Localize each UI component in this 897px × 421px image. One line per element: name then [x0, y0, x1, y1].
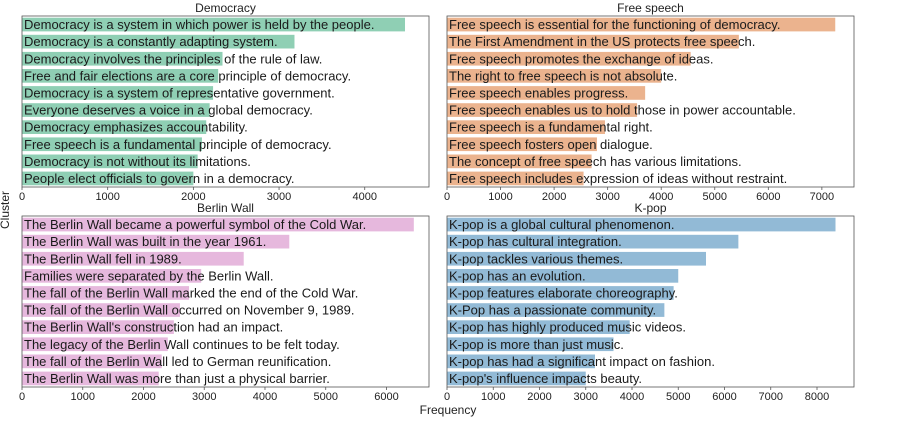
bar-label: K-pop is more than just music.	[449, 337, 624, 352]
bar-label: Free speech is a fundamental right.	[449, 120, 653, 135]
bar-label: The right to free speech is not absolute…	[449, 68, 677, 83]
bar-label: The legacy of the Berlin Wall continues …	[24, 337, 340, 352]
faceted-bar-chart: Frequency Cluster Democracy Democracy is …	[0, 1, 855, 417]
bar-label: The Berlin Wall fell in 1989.	[24, 251, 182, 266]
bar-label: Free speech fosters open dialogue.	[449, 137, 653, 152]
x-tick-label: 6000	[374, 391, 398, 403]
x-tick-label: 5000	[666, 391, 690, 403]
bar-label: Free speech enables us to hold those in …	[449, 103, 796, 118]
x-tick-label: 7000	[759, 391, 783, 403]
panel-3: K-pop K-pop is a global cultural phenomen…	[444, 201, 855, 403]
x-tick-label: 4000	[352, 191, 376, 203]
chart-figure: Frequency Cluster Democracy Democracy is …	[0, 0, 897, 421]
bar-label: K-Pop has a passionate community.	[449, 303, 656, 318]
bar-label: People elect officials to govern in a de…	[24, 171, 295, 186]
x-axis-title: Frequency	[420, 403, 477, 417]
bar-label: K-pop tackles various themes.	[449, 251, 623, 266]
x-tick-label: 3000	[574, 391, 598, 403]
bar-label: The fall of the Berlin Wall marked the e…	[24, 285, 358, 300]
panel-title: Democracy	[195, 1, 256, 15]
panel-2: Berlin Wall The Berlin Wall became a powe…	[19, 201, 430, 403]
x-tick-label: 2000	[527, 391, 551, 403]
x-tick-label: 7000	[810, 191, 834, 203]
x-tick-label: 1000	[71, 391, 95, 403]
bar-label: Everyone deserves a voice in a global de…	[24, 103, 313, 118]
bar-label: The Berlin Wall became a powerful symbol…	[24, 217, 366, 232]
bar-label: Democracy involves the principles of the…	[24, 51, 322, 66]
x-tick-label: 1000	[488, 191, 512, 203]
bar-label: Democracy is not without its limitations…	[24, 154, 251, 169]
x-tick-label: 2000	[131, 391, 155, 403]
bar-label: Democracy is a constantly adapting syste…	[24, 34, 278, 49]
x-tick-label: 4000	[253, 391, 277, 403]
x-tick-label: 1000	[481, 391, 505, 403]
bar-label: Free and fair elections are a core princ…	[24, 68, 351, 83]
bar-label: Democracy emphasizes accountability.	[24, 120, 248, 135]
bar-label: Democracy is a system in which power is …	[24, 17, 374, 32]
x-tick-label: 0	[444, 191, 450, 203]
panel-title: Berlin Wall	[197, 201, 254, 215]
x-tick-label: 2000	[542, 191, 566, 203]
x-tick-label: 3000	[595, 191, 619, 203]
bar-label: K-pop has cultural integration.	[449, 234, 622, 249]
x-tick-label: 0	[444, 391, 450, 403]
bar-label: K-pop is a global cultural phenomenon.	[449, 217, 674, 232]
bar-label: Democracy is a system of representative …	[24, 85, 335, 100]
x-tick-label: 5000	[703, 191, 727, 203]
bar-label: The fall of the Berlin Wall occurred on …	[24, 303, 354, 318]
bar-label: The fall of the Berlin Wall led to Germa…	[24, 354, 331, 369]
bar-label: Families were separated by the Berlin Wa…	[24, 268, 274, 283]
x-tick-label: 6000	[712, 391, 736, 403]
bar-label: K-pop features elaborate choreography.	[449, 285, 678, 300]
bar-label: The Berlin Wall's construction had an im…	[24, 320, 283, 335]
x-tick-label: 4000	[620, 391, 644, 403]
bar-label: The Berlin Wall was built in the year 19…	[24, 234, 266, 249]
x-tick-label: 0	[19, 191, 25, 203]
x-tick-label: 0	[19, 391, 25, 403]
x-tick-label: 3000	[192, 391, 216, 403]
bar-label: Free speech includes expression of ideas…	[449, 171, 787, 186]
y-axis-title: Cluster	[0, 191, 12, 229]
x-tick-label: 8000	[805, 391, 829, 403]
panel-title: K-pop	[634, 201, 666, 215]
bar-label: The concept of free speech has various l…	[449, 154, 742, 169]
bar-label: The Berlin Wall was more than just a phy…	[24, 371, 330, 386]
x-tick-label: 5000	[313, 391, 337, 403]
bar-label: Free speech is essential for the functio…	[449, 17, 780, 32]
bar-label: Free speech promotes the exchange of ide…	[449, 51, 714, 66]
bar-label: The First Amendment in the US protects f…	[449, 34, 755, 49]
bar-label: K-pop has an evolution.	[449, 268, 586, 283]
panel-title: Free speech	[617, 1, 684, 15]
bar-label: Free speech is a fundamental principle o…	[24, 137, 332, 152]
bar-label: K-pop has had a significant impact on fa…	[449, 354, 715, 369]
bar-label: Free speech enables progress.	[449, 85, 628, 100]
x-tick-label: 6000	[756, 191, 780, 203]
x-tick-label: 3000	[267, 191, 291, 203]
bar-label: K-pop's influence impacts beauty.	[449, 371, 642, 386]
panel-0: Democracy Democracy is a system in which …	[19, 1, 430, 203]
panel-1: Free speech Free speech is essential for …	[444, 1, 855, 203]
bar-label: K-pop has highly produced music videos.	[449, 320, 686, 335]
x-tick-label: 1000	[95, 191, 119, 203]
